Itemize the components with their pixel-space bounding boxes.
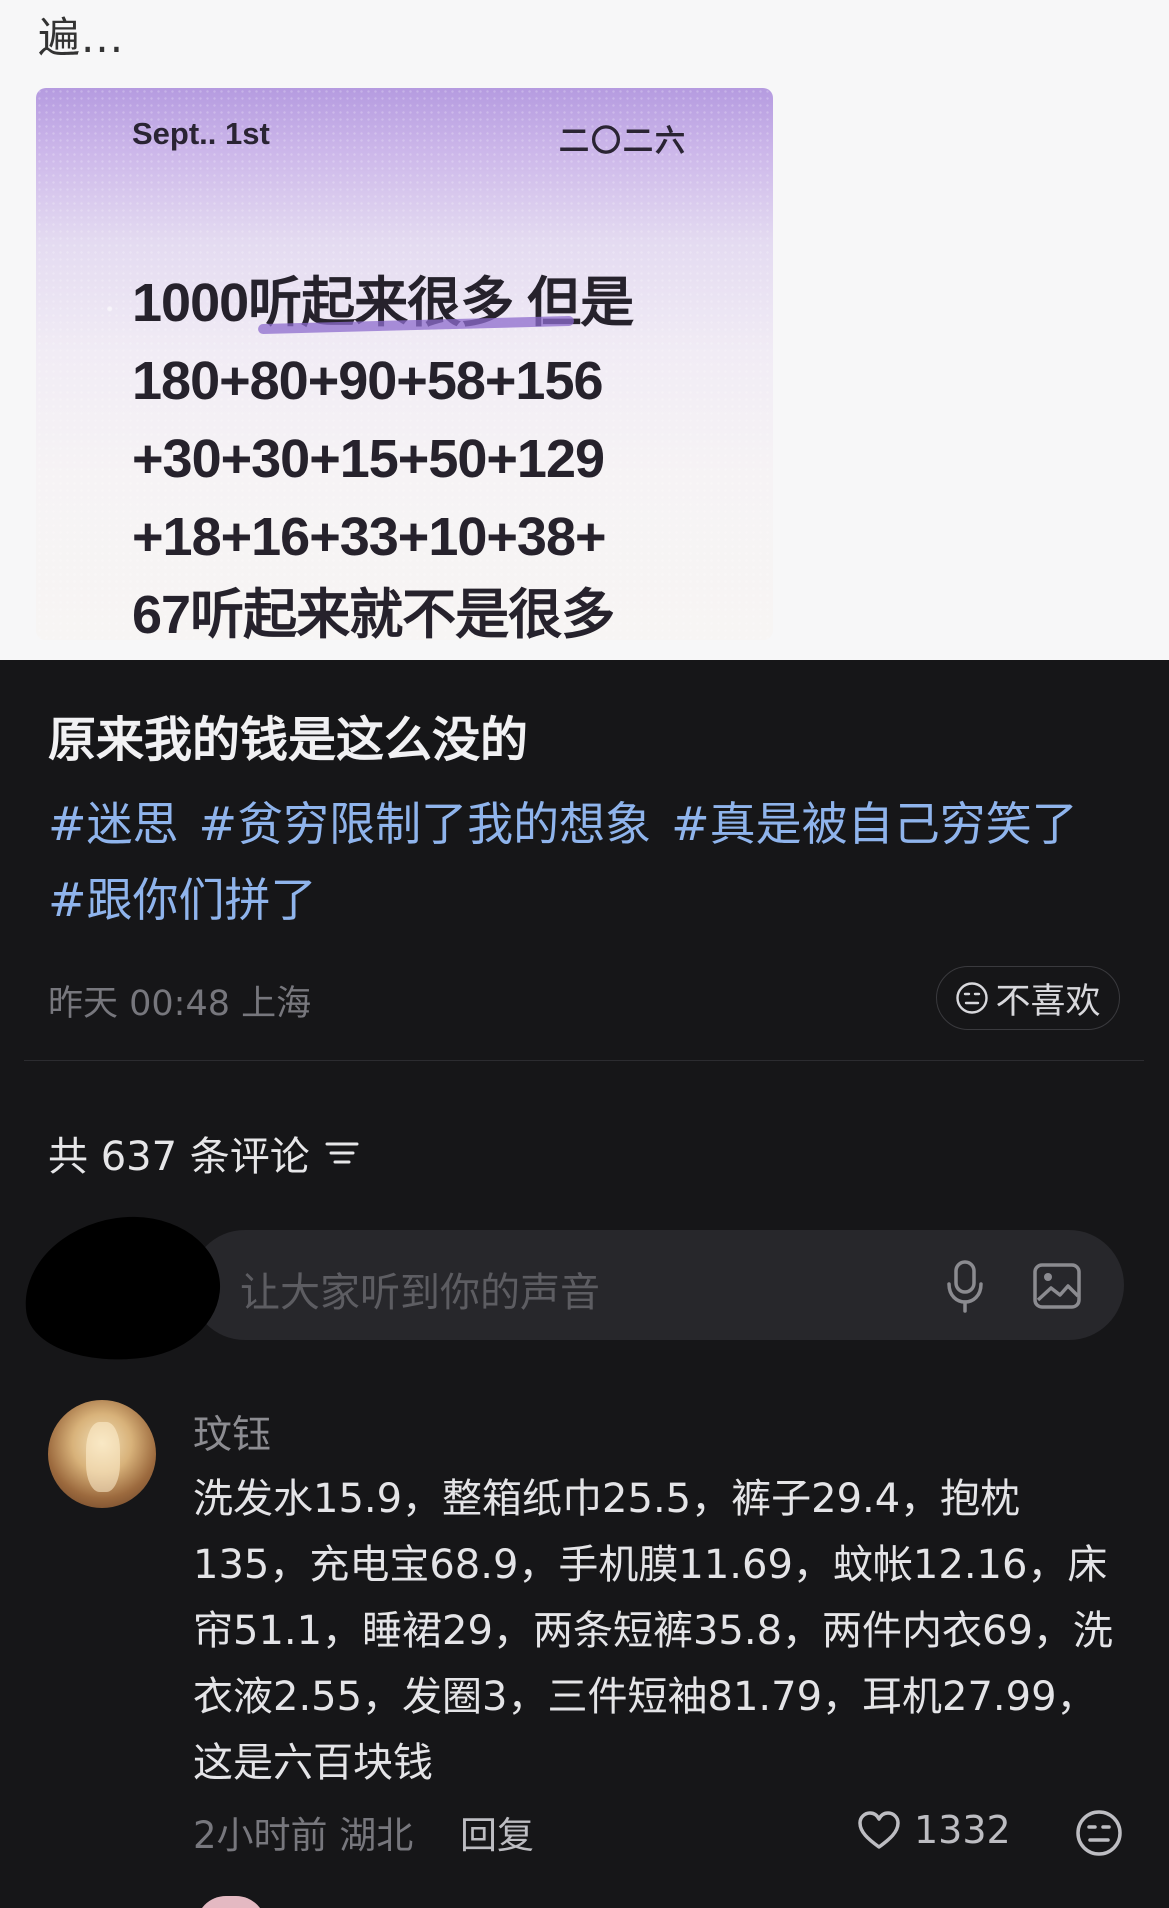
- microphone-icon[interactable]: [940, 1258, 990, 1314]
- dislike-button[interactable]: 不喜欢: [936, 966, 1120, 1030]
- previous-post-area: 遍... Sept.. 1st 二〇二六 1000听起来很多 但是 180+80…: [0, 0, 1169, 660]
- sort-lines-icon[interactable]: [324, 1138, 360, 1168]
- heart-icon: [858, 1811, 900, 1849]
- comment-username[interactable]: 玟钰: [193, 1404, 271, 1460]
- post-image[interactable]: Sept.. 1st 二〇二六 1000听起来很多 但是 180+80+90+5…: [36, 88, 773, 640]
- avatar[interactable]: [48, 1400, 156, 1508]
- image-line: 180+80+90+58+156: [132, 351, 604, 411]
- hashtag-link[interactable]: #真是被自己穷笑了: [671, 797, 1078, 851]
- image-line: 67听起来就不是很多: [132, 585, 615, 640]
- neutral-face-icon: [956, 982, 989, 1014]
- comment-time-location: 2小时前 湖北: [193, 1814, 414, 1857]
- divider: [24, 1060, 1144, 1061]
- previous-text-fragment: 遍...: [38, 13, 125, 62]
- neutral-face-icon[interactable]: [1074, 1808, 1124, 1858]
- redaction-mark: [15, 1205, 229, 1373]
- hashtag-list: #迷思 #贫穷限制了我的想象 #真是被自己穷笑了 #跟你们拼了: [48, 786, 1128, 938]
- like-button[interactable]: 1332: [856, 1808, 1011, 1852]
- comment-input-bar[interactable]: 让大家听到你的声音: [190, 1230, 1124, 1340]
- comment-body: 洗发水15.9，整箱纸巾25.5，裤子29.4，抱枕135，充电宝68.9，手机…: [193, 1476, 1113, 1786]
- post-meta: 昨天 00:48 上海: [48, 984, 312, 1024]
- image-date: Sept.. 1st: [132, 116, 270, 151]
- comment-count-text: 共 637 条评论: [48, 1134, 310, 1180]
- image-line: +18+16+33+10+38+: [132, 507, 607, 567]
- image-icon[interactable]: [1032, 1262, 1082, 1310]
- image-line: +30+30+15+50+129: [132, 429, 605, 489]
- hashtag-link[interactable]: #贫穷限制了我的想象: [199, 797, 652, 851]
- next-comment-avatar[interactable]: [196, 1896, 266, 1908]
- hashtag-link[interactable]: #跟你们拼了: [48, 873, 317, 927]
- comment-count-header: 共 637 条评论: [48, 1124, 360, 1182]
- comment-input[interactable]: 让大家听到你的声音: [240, 1260, 600, 1318]
- like-count: 1332: [914, 1808, 1011, 1852]
- hashtag-link[interactable]: #迷思: [48, 797, 179, 851]
- image-year: 二〇二六: [559, 124, 687, 159]
- reply-button[interactable]: 回复: [460, 1805, 534, 1859]
- dislike-label: 不喜欢: [995, 981, 1101, 1022]
- post-title: 原来我的钱是这么没的: [48, 712, 529, 768]
